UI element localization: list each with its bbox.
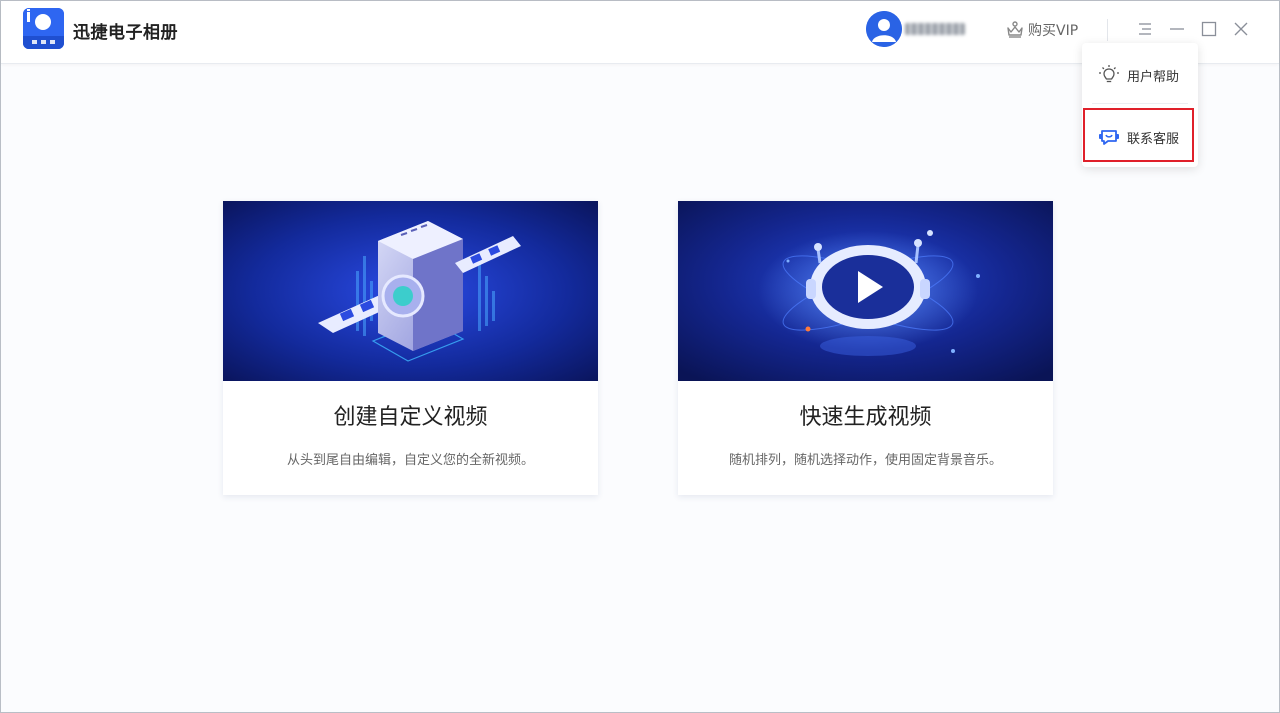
menu-item-contact-support[interactable]: 联系客服 bbox=[1082, 107, 1198, 165]
app-title: 迅捷电子相册 bbox=[73, 23, 178, 43]
buy-vip-button[interactable]: 购买VIP bbox=[1005, 18, 1078, 42]
customer-service-icon bbox=[1098, 126, 1120, 148]
card-description: 随机排列，随机选择动作，使用固定背景音乐。 bbox=[728, 453, 1002, 468]
create-custom-video-card[interactable]: 创建自定义视频 从头到尾自由编辑，自定义您的全新视频。 bbox=[223, 201, 598, 495]
menu-item-user-help[interactable]: 用户帮助 bbox=[1082, 45, 1198, 103]
card-title: 创建自定义视频 bbox=[333, 405, 488, 430]
menu-button[interactable] bbox=[1133, 17, 1157, 41]
menu-item-label: 用户帮助 bbox=[1127, 70, 1180, 85]
quick-generate-video-card[interactable]: 快速生成视频 随机排列，随机选择动作，使用固定背景音乐。 bbox=[678, 201, 1053, 495]
app-logo-icon bbox=[23, 8, 64, 49]
user-avatar[interactable] bbox=[866, 11, 902, 47]
app-window: 迅捷电子相册 购买VIP 创建自定义视频 从头到尾自由编辑，自定义您的全新视频。… bbox=[0, 0, 1280, 713]
titlebar-divider bbox=[1107, 19, 1108, 41]
settings-dropdown-menu: 用户帮助 联系客服 bbox=[1082, 43, 1198, 167]
crown-icon bbox=[1007, 21, 1023, 38]
card-title: 快速生成视频 bbox=[799, 405, 932, 430]
lightbulb-icon bbox=[1098, 64, 1120, 86]
menu-lines-icon bbox=[1139, 23, 1151, 35]
card-description: 从头到尾自由编辑，自定义您的全新视频。 bbox=[286, 453, 534, 468]
menu-item-label: 联系客服 bbox=[1127, 132, 1180, 147]
film-machine-illustration bbox=[223, 201, 598, 381]
play-button-illustration bbox=[678, 201, 1053, 381]
buy-vip-label: 购买VIP bbox=[1028, 23, 1079, 39]
menu-divider bbox=[1092, 103, 1188, 104]
close-button[interactable] bbox=[1229, 17, 1253, 41]
close-icon bbox=[1234, 22, 1248, 36]
minimize-icon bbox=[1170, 28, 1184, 30]
maximize-button[interactable] bbox=[1197, 17, 1221, 41]
minimize-button[interactable] bbox=[1165, 17, 1189, 41]
username[interactable] bbox=[905, 23, 965, 35]
maximize-icon bbox=[1201, 21, 1217, 37]
